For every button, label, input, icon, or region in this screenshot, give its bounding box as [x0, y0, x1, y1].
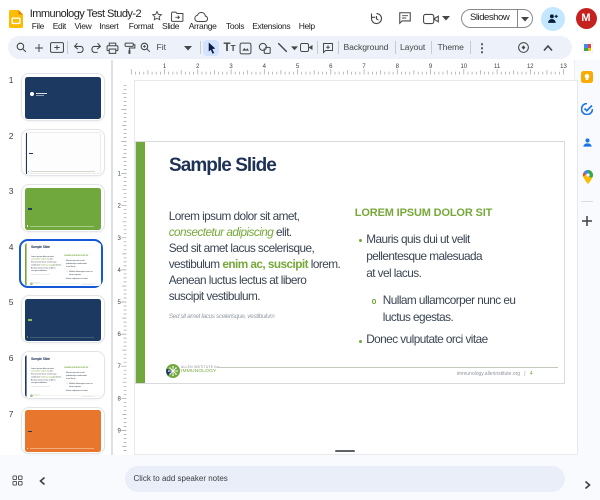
svg-text:3: 3 [118, 236, 122, 242]
svg-text:2: 2 [118, 204, 122, 210]
svg-text:4: 4 [263, 64, 267, 70]
svg-text:12: 12 [527, 64, 534, 70]
svg-text:7: 7 [118, 364, 122, 370]
svg-text:6: 6 [118, 332, 122, 338]
svg-text:3: 3 [229, 64, 233, 70]
svg-text:1: 1 [163, 64, 167, 70]
svg-text:11: 11 [494, 64, 501, 70]
svg-text:1: 1 [118, 172, 122, 178]
svg-text:7: 7 [362, 64, 366, 70]
svg-text:10: 10 [460, 64, 467, 70]
svg-text:5: 5 [296, 64, 300, 70]
svg-text:9: 9 [429, 64, 433, 70]
svg-text:13: 13 [560, 64, 567, 70]
svg-text:5: 5 [118, 300, 122, 306]
svg-text:6: 6 [329, 64, 333, 70]
svg-text:4: 4 [118, 268, 122, 274]
svg-text:8: 8 [118, 396, 122, 402]
svg-text:9: 9 [118, 428, 122, 434]
svg-text:8: 8 [396, 64, 400, 70]
svg-text:2: 2 [196, 64, 200, 70]
